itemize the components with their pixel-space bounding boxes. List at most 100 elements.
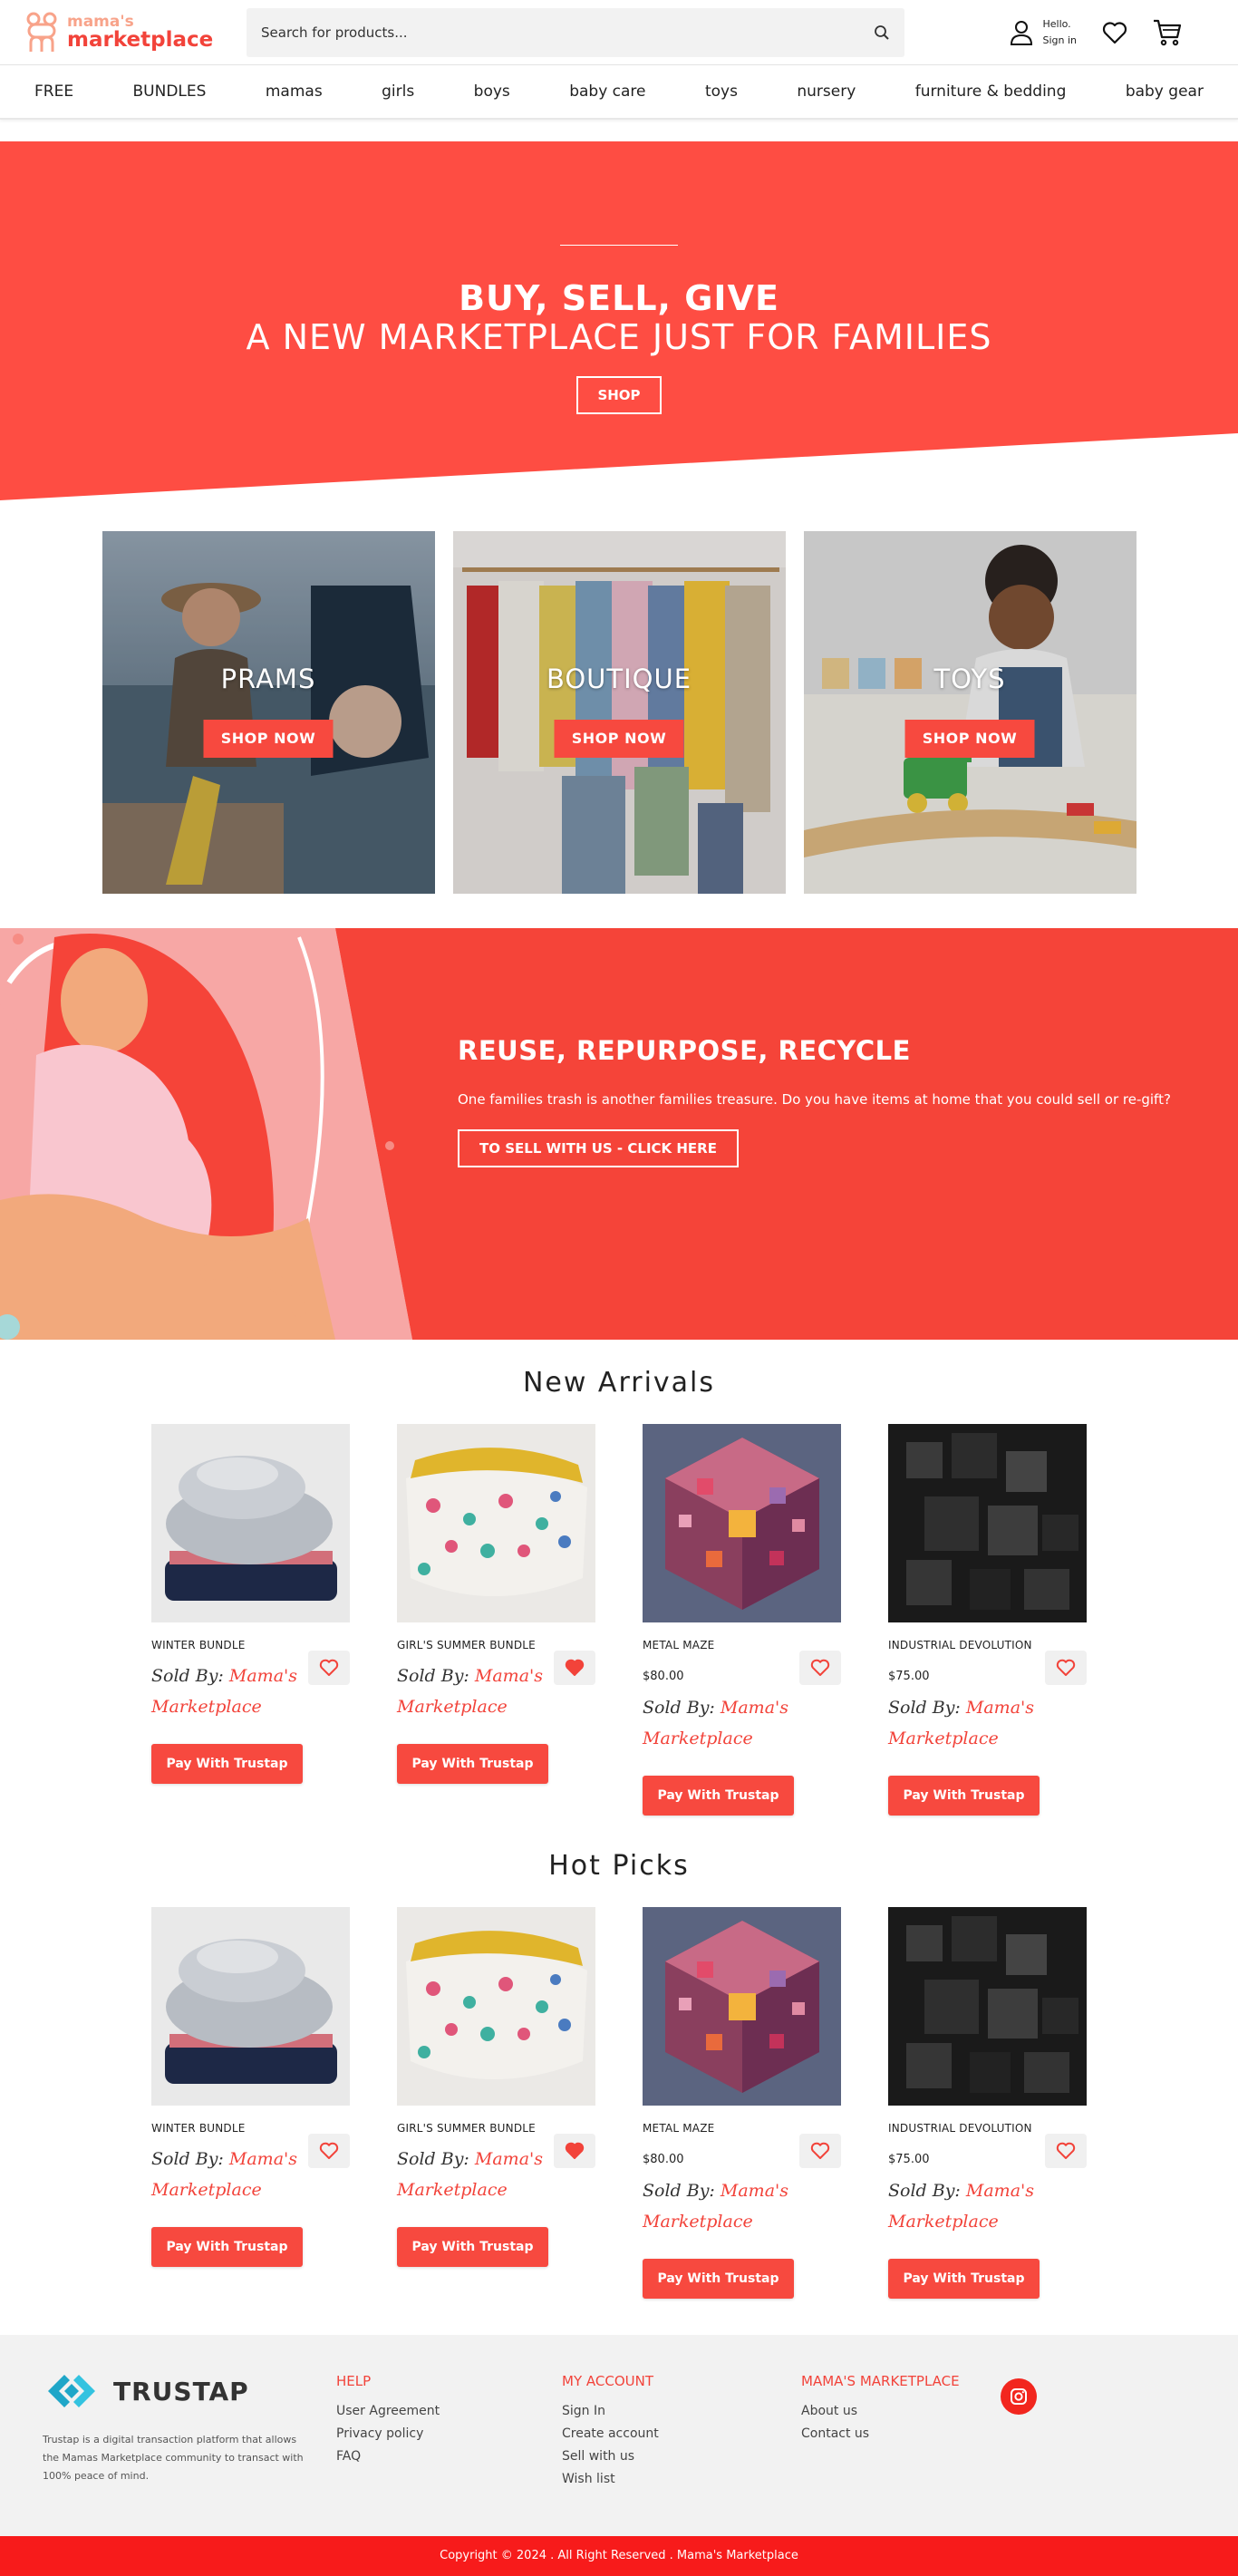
nav-item-free[interactable]: FREE	[34, 82, 73, 101]
pay-with-trustap-button[interactable]: Pay With Trustap	[643, 2259, 794, 2299]
industrial-devolution-photo	[888, 1907, 1087, 2106]
pay-with-trustap-button[interactable]: Pay With Trustap	[888, 2259, 1040, 2299]
product-image-girls-summer-bundle[interactable]	[397, 1424, 595, 1622]
footer-link-sign-in[interactable]: Sign In	[562, 2400, 659, 2423]
new-arrivals-title: New Arrivals	[522, 1367, 716, 1399]
favorite-button[interactable]	[1045, 2134, 1087, 2168]
sold-by-label: Sold By:	[643, 2181, 715, 2201]
product-name: METAL MAZE	[643, 1639, 715, 1651]
search-input[interactable]	[261, 24, 874, 41]
sell-with-us-button[interactable]: TO SELL WITH US - CLICK HERE	[458, 1129, 739, 1167]
footer-col-title: HELP	[336, 2373, 372, 2389]
hero-title: BUY, SELL, GIVE	[459, 278, 779, 318]
heart-outline-icon	[319, 2142, 339, 2159]
product-card: GIRL'S SUMMER BUNDLE Sold By: Mama's Mar…	[397, 1424, 595, 1816]
tile-prams[interactable]: PRAMS SHOP NOW	[102, 531, 435, 894]
nav-item-girls[interactable]: girls	[382, 82, 414, 101]
product-image-metal-maze[interactable]	[643, 1424, 841, 1622]
tile-toys-shop-button[interactable]: SHOP NOW	[904, 720, 1035, 758]
heart-outline-icon	[810, 1659, 830, 1676]
metal-maze-photo	[643, 1907, 841, 2106]
hero-divider	[560, 245, 678, 246]
sold-by: Sold By: Mama's Marketplace	[888, 1692, 1087, 1754]
nav-item-boys[interactable]: boys	[474, 82, 510, 101]
product-name: GIRL'S SUMMER BUNDLE	[397, 2122, 536, 2135]
hero-shop-button[interactable]: SHOP	[576, 376, 662, 414]
tile-prams-shop-button[interactable]: SHOP NOW	[203, 720, 334, 758]
product-card: WINTER BUNDLE Sold By: Mama's Marketplac…	[151, 1907, 350, 2299]
heart-outline-icon	[1056, 1659, 1076, 1676]
product-name: GIRL'S SUMMER BUNDLE	[397, 1639, 536, 1651]
pay-with-trustap-button[interactable]: Pay With Trustap	[397, 2227, 548, 2267]
product-card: INDUSTRIAL DEVOLUTION $75.00 Sold By: Ma…	[888, 1424, 1087, 1816]
product-name: METAL MAZE	[643, 2122, 715, 2135]
product-image-girls-summer-bundle[interactable]	[397, 1907, 595, 2106]
favorite-button[interactable]	[554, 2134, 595, 2168]
winter-bundle-photo	[151, 1424, 350, 1622]
pay-with-trustap-button[interactable]: Pay With Trustap	[397, 1744, 548, 1784]
pay-with-trustap-button[interactable]: Pay With Trustap	[888, 1776, 1040, 1816]
footer-link-contact-us[interactable]: Contact us	[801, 2423, 960, 2445]
favorite-button[interactable]	[308, 2134, 350, 2168]
prams-photo	[102, 531, 435, 894]
footer-col-title: MY ACCOUNT	[562, 2373, 653, 2389]
hot-picks-section: Hot Picks WINTER BUNDLE Sold By: Mama's …	[0, 1850, 1238, 2299]
tile-toys[interactable]: TOYS SHOP NOW	[803, 531, 1136, 894]
favorite-button[interactable]	[799, 2134, 841, 2168]
favorite-button[interactable]	[1045, 1651, 1087, 1685]
footer-col-title: MAMA'S MARKETPLACE	[801, 2373, 960, 2389]
product-image-winter-bundle[interactable]	[151, 1424, 350, 1622]
tile-prams-label: PRAMS	[220, 663, 316, 694]
tile-boutique-shop-button[interactable]: SHOP NOW	[554, 720, 684, 758]
favorite-button[interactable]	[799, 1651, 841, 1685]
account-link[interactable]: Hello. Sign in	[1010, 16, 1077, 49]
product-name: WINTER BUNDLE	[151, 2122, 246, 2135]
footer-link-faq[interactable]: FAQ	[336, 2445, 440, 2468]
heart-outline-icon	[319, 1659, 339, 1676]
tile-boutique[interactable]: BOUTIQUE SHOP NOW	[452, 531, 786, 894]
nav-item-toys[interactable]: toys	[705, 82, 738, 101]
nav-item-nursery[interactable]: nursery	[797, 82, 856, 101]
favorite-button[interactable]	[308, 1651, 350, 1685]
product-image-metal-maze[interactable]	[643, 1907, 841, 2106]
nav-item-bundles[interactable]: BUNDLES	[133, 82, 207, 101]
sold-by-label: Sold By:	[397, 1666, 469, 1686]
nav-item-furniture-bedding[interactable]: furniture & bedding	[915, 82, 1067, 101]
heart-filled-icon	[565, 1659, 585, 1676]
footer-brand: TRUSTAP Trustap is a digital transaction…	[43, 2368, 305, 2485]
footer-link-about-us[interactable]: About us	[801, 2400, 960, 2423]
promo-title: REUSE, REPURPOSE, RECYCLE	[458, 1035, 911, 1066]
nav-item-baby-care[interactable]: baby care	[569, 82, 645, 101]
footer-link-user-agreement[interactable]: User Agreement	[336, 2400, 440, 2423]
logo-line1: mama's	[67, 12, 134, 31]
search-icon[interactable]	[874, 24, 890, 41]
product-image-winter-bundle[interactable]	[151, 1907, 350, 2106]
category-tiles: PRAMS SHOP NOW BOUTIQUE SHOP NOW TOYS SH…	[0, 531, 1238, 894]
sign-in-link[interactable]: Sign in	[1042, 33, 1077, 49]
nav-item-baby-gear[interactable]: baby gear	[1126, 82, 1204, 101]
heart-outline-icon	[1056, 2142, 1076, 2159]
pay-with-trustap-button[interactable]: Pay With Trustap	[643, 1776, 794, 1816]
industrial-devolution-photo	[888, 1424, 1087, 1622]
sold-by: Sold By: Mama's Marketplace	[643, 2175, 841, 2237]
product-image-industrial-devolution[interactable]	[888, 1424, 1087, 1622]
product-card: WINTER BUNDLE Sold By: Mama's Marketplac…	[151, 1424, 350, 1816]
instagram-button[interactable]	[1001, 2378, 1037, 2415]
pay-with-trustap-button[interactable]: Pay With Trustap	[151, 2227, 303, 2267]
pay-with-trustap-button[interactable]: Pay With Trustap	[151, 1744, 303, 1784]
footer-link-privacy-policy[interactable]: Privacy policy	[336, 2423, 440, 2445]
footer-link-wish-list[interactable]: Wish list	[562, 2468, 659, 2491]
girls-summer-bundle-photo	[397, 1907, 595, 2106]
nav-item-mamas[interactable]: mamas	[266, 82, 323, 101]
footer-description: Trustap is a digital transaction platfor…	[43, 2434, 304, 2482]
footer-col-help: HELP User Agreement Privacy policy FAQ	[336, 2373, 440, 2468]
user-icon	[1011, 20, 1033, 45]
favorite-button[interactable]	[554, 1651, 595, 1685]
footer-link-sell-with-us[interactable]: Sell with us	[562, 2445, 659, 2468]
sold-by-label: Sold By:	[643, 1698, 715, 1718]
logo[interactable]: mama's marketplace	[25, 12, 220, 53]
heart-icon[interactable]	[1102, 21, 1127, 44]
footer-link-create-account[interactable]: Create account	[562, 2423, 659, 2445]
product-image-industrial-devolution[interactable]	[888, 1907, 1087, 2106]
cart-icon[interactable]	[1153, 19, 1182, 46]
